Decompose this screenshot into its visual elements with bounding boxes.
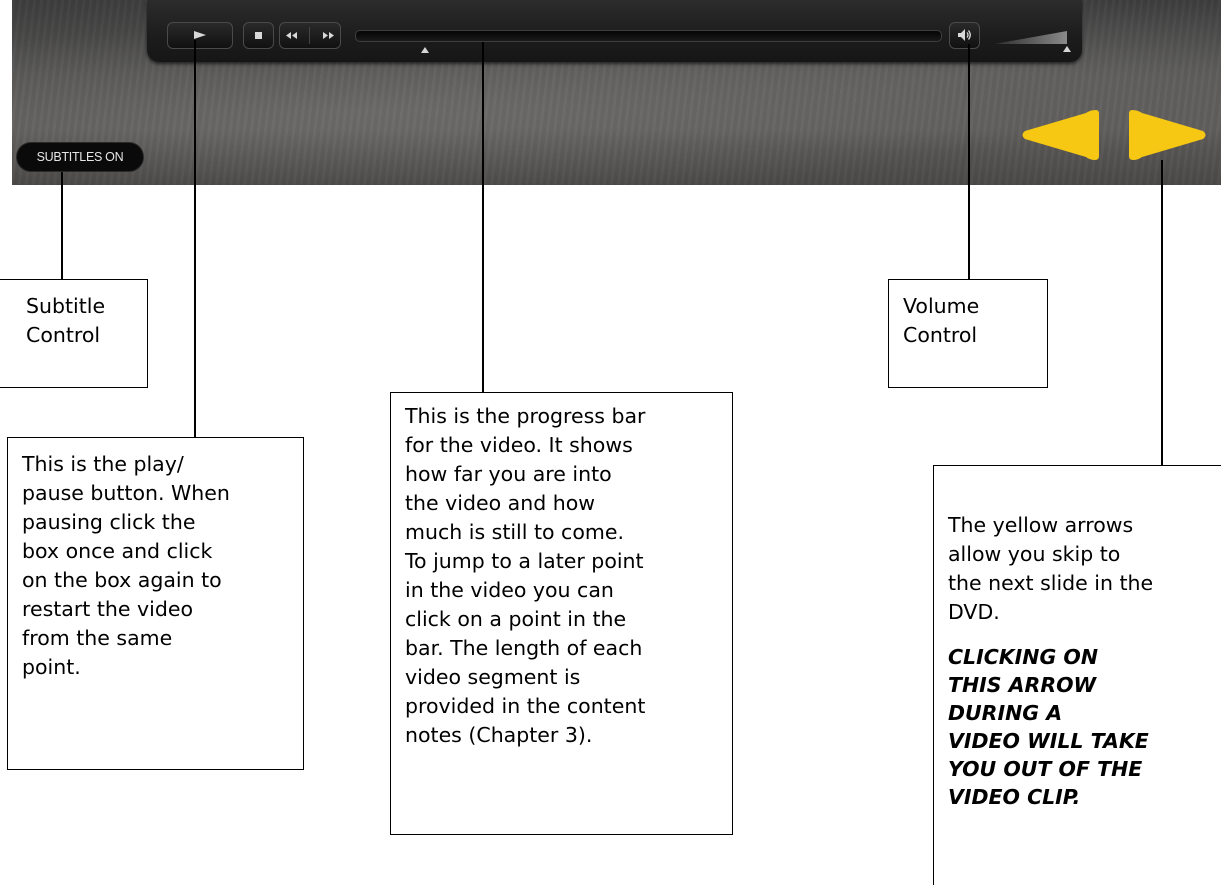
arrows-callout: The yellow arrows allow you skip to the … bbox=[933, 465, 1221, 885]
subtitles-label: SUBTITLES ON bbox=[36, 150, 124, 164]
fast-forward-icon[interactable] bbox=[322, 30, 334, 41]
progress-bar[interactable] bbox=[355, 30, 942, 42]
play-callout: This is the play/ pause button. When pau… bbox=[7, 437, 304, 770]
yellow-right-arrow-icon bbox=[1128, 106, 1208, 164]
stop-button[interactable] bbox=[243, 22, 274, 49]
progress-callout: This is the progress bar for the video. … bbox=[390, 392, 733, 835]
rewind-icon[interactable] bbox=[286, 30, 298, 41]
player-control-bar bbox=[147, 0, 1082, 62]
progress-thumb[interactable] bbox=[421, 47, 430, 53]
arrows-leader-line bbox=[1161, 160, 1163, 466]
subtitle-callout: Subtitle Control bbox=[0, 279, 148, 388]
stop-icon bbox=[255, 30, 262, 41]
next-slide-button[interactable] bbox=[1128, 106, 1208, 164]
seek-divider bbox=[309, 27, 311, 44]
yellow-left-arrow-icon bbox=[1020, 106, 1100, 164]
volume-thumb[interactable] bbox=[1063, 46, 1071, 52]
speaker-icon bbox=[957, 28, 972, 43]
arrows-warning-text: CLICKING ON THIS ARROW DURING A VIDEO WI… bbox=[948, 645, 1149, 809]
seek-buttons bbox=[279, 22, 341, 49]
play-pause-button[interactable] bbox=[167, 22, 233, 49]
subtitles-toggle-button[interactable]: SUBTITLES ON bbox=[16, 142, 144, 172]
previous-slide-button[interactable] bbox=[1020, 106, 1100, 164]
volume-slider[interactable] bbox=[994, 31, 1067, 44]
subtitle-leader-line bbox=[61, 172, 63, 280]
volume-callout: Volume Control bbox=[888, 279, 1048, 388]
volume-leader-line bbox=[968, 44, 970, 280]
play-leader-line bbox=[194, 40, 196, 438]
volume-button[interactable] bbox=[949, 22, 980, 49]
arrows-callout-text: The yellow arrows allow you skip to the … bbox=[948, 513, 1154, 624]
progress-leader-line bbox=[482, 42, 484, 392]
